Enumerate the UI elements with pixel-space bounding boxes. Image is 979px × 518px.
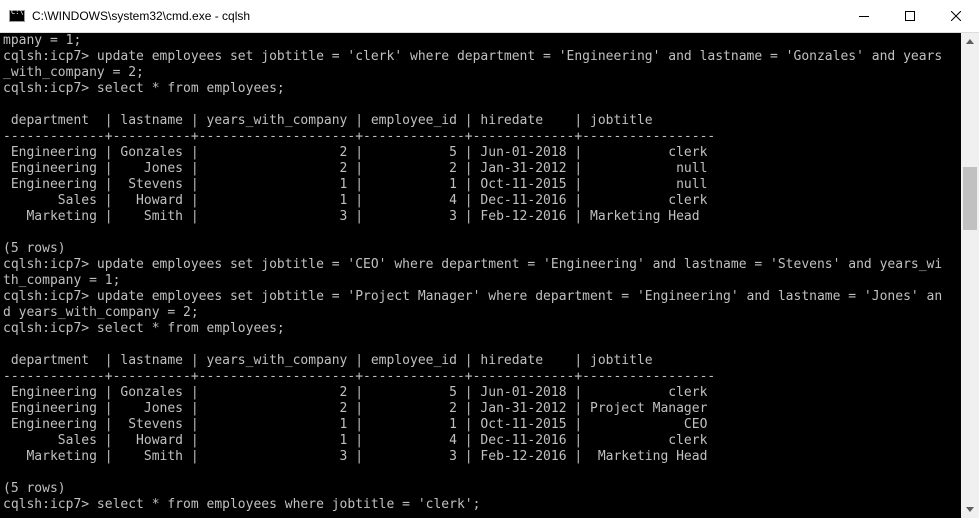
scroll-down-arrow-icon	[966, 507, 974, 512]
window-title: C:\WINDOWS\system32\cmd.exe - cqlsh	[32, 9, 251, 23]
console-output[interactable]: mpany = 1; cqlsh:icp7> update employees …	[0, 33, 961, 518]
scroll-up-arrow-icon	[966, 39, 974, 44]
scroll-down-button[interactable]	[961, 501, 979, 518]
scrollbar-thumb[interactable]	[963, 167, 977, 231]
close-icon	[951, 11, 961, 21]
scroll-up-button[interactable]	[961, 33, 979, 50]
window-controls	[841, 0, 979, 32]
minimize-button[interactable]	[841, 0, 887, 32]
maximize-icon	[905, 11, 915, 21]
vertical-scrollbar[interactable]	[961, 33, 979, 518]
console-text: mpany = 1; cqlsh:icp7> update employees …	[3, 33, 943, 512]
console-icon[interactable]	[9, 8, 25, 22]
cmd-window: C:\WINDOWS\system32\cmd.exe - cqlsh mpa	[0, 0, 979, 518]
title-bar[interactable]: C:\WINDOWS\system32\cmd.exe - cqlsh	[0, 0, 979, 33]
close-button[interactable]	[933, 0, 979, 32]
minimize-icon	[859, 16, 869, 17]
maximize-button[interactable]	[887, 0, 933, 32]
